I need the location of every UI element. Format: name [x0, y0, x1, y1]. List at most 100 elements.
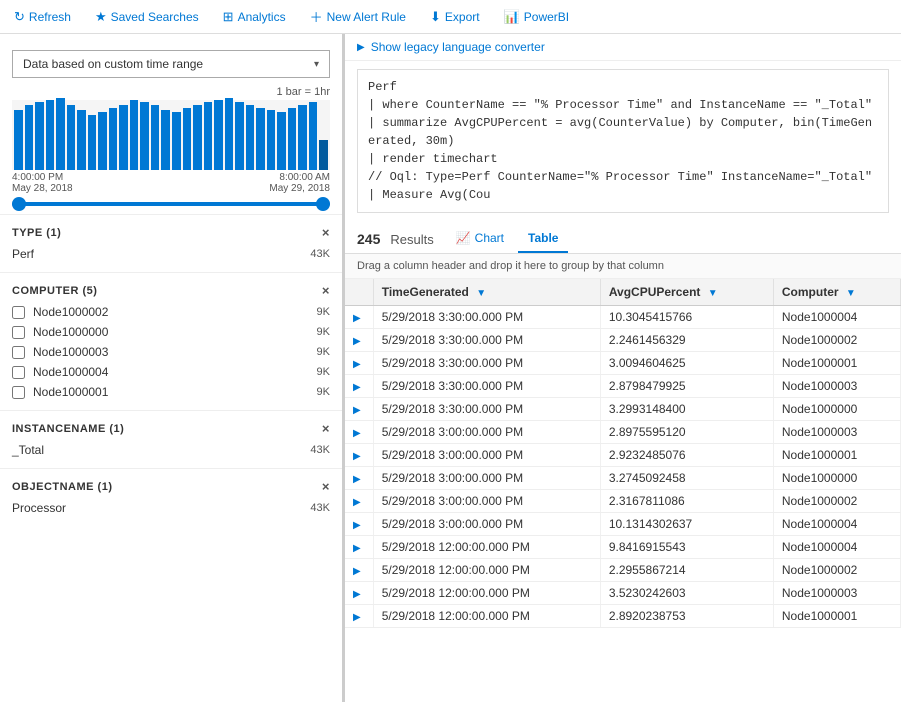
row-expander-4[interactable]: ▶	[345, 398, 373, 421]
table-expander-header	[345, 279, 373, 306]
row-expander-5[interactable]: ▶	[345, 421, 373, 444]
col-timegenerated-label: TimeGenerated	[382, 285, 469, 299]
row-expander-12[interactable]: ▶	[345, 582, 373, 605]
table-tab-label: Table	[528, 231, 558, 245]
table-row[interactable]: ▶ 5/29/2018 3:30:00.000 PM 2.2461456329 …	[345, 329, 901, 352]
chart-bar-5	[67, 105, 76, 170]
table-row[interactable]: ▶ 5/29/2018 3:00:00.000 PM 3.2745092458 …	[345, 467, 901, 490]
table-row[interactable]: ▶ 5/29/2018 3:30:00.000 PM 3.2993148400 …	[345, 398, 901, 421]
tab-table[interactable]: Table	[518, 225, 568, 253]
cell-avg-4: 3.2993148400	[600, 398, 773, 421]
row-expander-6[interactable]: ▶	[345, 444, 373, 467]
expand-arrow-6[interactable]: ▶	[353, 451, 361, 462]
filter-computer-checkbox-1[interactable]	[12, 326, 25, 339]
table-row[interactable]: ▶ 5/29/2018 12:00:00.000 PM 2.2955867214…	[345, 559, 901, 582]
table-row[interactable]: ▶ 5/29/2018 3:00:00.000 PM 2.8975595120 …	[345, 421, 901, 444]
col-header-computer[interactable]: Computer ▼	[773, 279, 900, 306]
cell-avg-9: 10.1314302637	[600, 513, 773, 536]
table-row[interactable]: ▶ 5/29/2018 3:30:00.000 PM 3.0094604625 …	[345, 352, 901, 375]
filter-objectname-close-icon[interactable]: ×	[322, 479, 330, 494]
cell-computer-6: Node1000001	[773, 444, 900, 467]
refresh-button[interactable]: ↻ Refresh	[10, 7, 75, 27]
chart-bar-6	[77, 110, 86, 170]
cell-avg-5: 2.8975595120	[600, 421, 773, 444]
chart-bar-22	[246, 105, 255, 170]
col-timegenerated-filter-icon[interactable]: ▼	[476, 288, 486, 299]
row-expander-11[interactable]: ▶	[345, 559, 373, 582]
cell-computer-12: Node1000003	[773, 582, 900, 605]
expand-arrow-1[interactable]: ▶	[353, 336, 361, 347]
table-head: TimeGenerated ▼ AvgCPUPercent ▼ Computer…	[345, 279, 901, 306]
cell-computer-0: Node1000004	[773, 306, 900, 329]
expand-arrow-7[interactable]: ▶	[353, 474, 361, 485]
chart-bar-18	[204, 102, 213, 170]
expand-arrow-5[interactable]: ▶	[353, 428, 361, 439]
row-expander-13[interactable]: ▶	[345, 605, 373, 628]
data-table-container[interactable]: TimeGenerated ▼ AvgCPUPercent ▼ Computer…	[345, 279, 901, 702]
filter-computer-item-count-1: 9K	[317, 326, 330, 338]
powerbi-button[interactable]: 📊 PowerBI	[500, 7, 574, 27]
filter-objectname-section: OBJECTNAME (1) × Processor 43K	[0, 468, 342, 518]
table-row[interactable]: ▶ 5/29/2018 3:30:00.000 PM 10.3045415766…	[345, 306, 901, 329]
main-layout: Data based on custom time range ▾ 1 bar …	[0, 34, 901, 702]
saved-searches-button[interactable]: ★ Saved Searches	[91, 7, 203, 27]
expand-arrow-3[interactable]: ▶	[353, 382, 361, 393]
slider-container	[12, 202, 330, 206]
analytics-button[interactable]: ⊞ Analytics	[219, 7, 290, 27]
tab-chart[interactable]: 📈 Chart	[446, 225, 514, 253]
expand-arrow-13[interactable]: ▶	[353, 612, 361, 623]
expand-arrow-2[interactable]: ▶	[353, 359, 361, 370]
col-computer-filter-icon[interactable]: ▼	[846, 288, 856, 299]
col-header-avgcpupercent[interactable]: AvgCPUPercent ▼	[600, 279, 773, 306]
cell-avg-3: 2.8798479925	[600, 375, 773, 398]
expand-arrow-0[interactable]: ▶	[353, 313, 361, 324]
time-range-selector[interactable]: Data based on custom time range ▾	[12, 50, 330, 78]
expand-arrow-11[interactable]: ▶	[353, 566, 361, 577]
table-row[interactable]: ▶ 5/29/2018 3:00:00.000 PM 2.9232485076 …	[345, 444, 901, 467]
filter-type-item-perf: Perf 43K	[0, 244, 342, 264]
filter-computer-checkbox-3[interactable]	[12, 366, 25, 379]
table-row[interactable]: ▶ 5/29/2018 12:00:00.000 PM 3.5230242603…	[345, 582, 901, 605]
row-expander-9[interactable]: ▶	[345, 513, 373, 536]
chart-bar-16	[183, 108, 192, 170]
row-expander-2[interactable]: ▶	[345, 352, 373, 375]
chart-bar-8	[98, 112, 107, 170]
cell-time-4: 5/29/2018 3:30:00.000 PM	[373, 398, 600, 421]
table-row[interactable]: ▶ 5/29/2018 3:00:00.000 PM 10.1314302637…	[345, 513, 901, 536]
cell-avg-13: 2.8920238753	[600, 605, 773, 628]
expand-arrow-4[interactable]: ▶	[353, 405, 361, 416]
powerbi-icon: 📊	[504, 9, 520, 25]
row-expander-0[interactable]: ▶	[345, 306, 373, 329]
filter-computer-checkbox-0[interactable]	[12, 306, 25, 319]
table-row[interactable]: ▶ 5/29/2018 12:00:00.000 PM 2.8920238753…	[345, 605, 901, 628]
table-row[interactable]: ▶ 5/29/2018 3:30:00.000 PM 2.8798479925 …	[345, 375, 901, 398]
row-expander-10[interactable]: ▶	[345, 536, 373, 559]
cell-computer-8: Node1000002	[773, 490, 900, 513]
row-expander-3[interactable]: ▶	[345, 375, 373, 398]
query-box[interactable]: Perf | where CounterName == "% Processor…	[357, 69, 889, 213]
analytics-label: Analytics	[238, 10, 286, 24]
slider-thumb-right[interactable]	[316, 197, 330, 211]
filter-computer-item-label-1: Node1000000	[33, 325, 108, 339]
new-alert-button[interactable]: ＋ New Alert Rule	[306, 5, 410, 28]
expand-arrow-10[interactable]: ▶	[353, 543, 361, 554]
legacy-converter-toggle[interactable]: ▶ Show legacy language converter	[345, 34, 901, 61]
col-avgcpupercent-filter-icon[interactable]: ▼	[708, 288, 718, 299]
export-button[interactable]: ⬇ Export	[426, 7, 484, 27]
table-row[interactable]: ▶ 5/29/2018 12:00:00.000 PM 9.8416915543…	[345, 536, 901, 559]
slider-thumb-left[interactable]	[12, 197, 26, 211]
row-expander-7[interactable]: ▶	[345, 467, 373, 490]
row-expander-8[interactable]: ▶	[345, 490, 373, 513]
filter-computer-close-icon[interactable]: ×	[322, 283, 330, 298]
expand-arrow-9[interactable]: ▶	[353, 520, 361, 531]
filter-computer-checkbox-4[interactable]	[12, 386, 25, 399]
filter-computer-checkbox-2[interactable]	[12, 346, 25, 359]
filter-instancename-title: INSTANCENAME (1)	[12, 423, 124, 435]
filter-instancename-close-icon[interactable]: ×	[322, 421, 330, 436]
col-header-timegenerated[interactable]: TimeGenerated ▼	[373, 279, 600, 306]
table-row[interactable]: ▶ 5/29/2018 3:00:00.000 PM 2.3167811086 …	[345, 490, 901, 513]
row-expander-1[interactable]: ▶	[345, 329, 373, 352]
expand-arrow-12[interactable]: ▶	[353, 589, 361, 600]
filter-type-close-icon[interactable]: ×	[322, 225, 330, 240]
expand-arrow-8[interactable]: ▶	[353, 497, 361, 508]
